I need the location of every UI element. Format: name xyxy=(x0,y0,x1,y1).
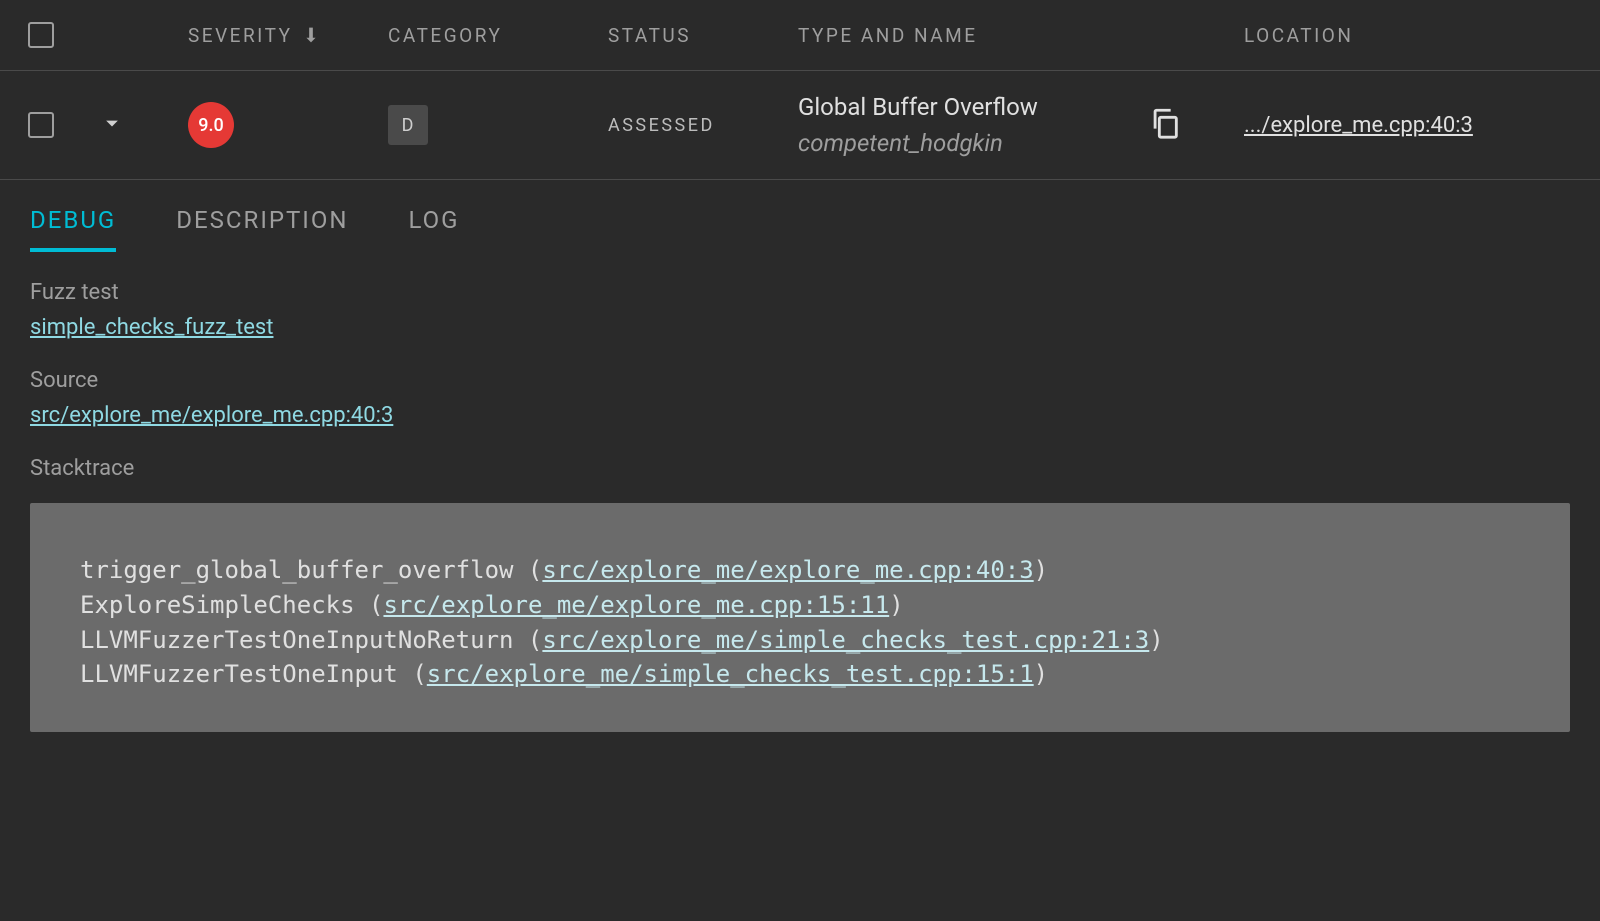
stack-link[interactable]: src/explore_me/explore_me.cpp:15:11 xyxy=(383,591,889,619)
tab-bar: DEBUG DESCRIPTION LOG xyxy=(0,180,1600,252)
tab-debug[interactable]: DEBUG xyxy=(30,206,116,252)
table-header: SEVERITY CATEGORY STATUS TYPE AND NAME L… xyxy=(0,0,1600,71)
stack-fn: trigger_global_buffer_overflow xyxy=(80,556,513,584)
severity-header[interactable]: SEVERITY xyxy=(188,24,378,47)
finding-type: Global Buffer Overflow xyxy=(798,89,1138,125)
row-checkbox[interactable] xyxy=(28,112,54,138)
category-badge: D xyxy=(388,105,428,145)
chevron-down-icon[interactable] xyxy=(98,109,126,137)
stack-fn: LLVMFuzzerTestOneInputNoReturn xyxy=(80,626,513,654)
location-link[interactable]: .../explore_me.cpp:40:3 xyxy=(1244,113,1473,138)
stacktrace-box: trigger_global_buffer_overflow (src/expl… xyxy=(30,503,1570,732)
stack-fn: LLVMFuzzerTestOneInput xyxy=(80,660,398,688)
stack-link[interactable]: src/explore_me/explore_me.cpp:40:3 xyxy=(542,556,1033,584)
source-label: Source xyxy=(30,368,1570,393)
select-all-checkbox[interactable] xyxy=(28,22,54,48)
location-header[interactable]: LOCATION xyxy=(1238,24,1572,47)
stack-fn: ExploreSimpleChecks xyxy=(80,591,355,619)
stack-link[interactable]: src/explore_me/simple_checks_test.cpp:15… xyxy=(427,660,1034,688)
severity-badge: 9.0 xyxy=(188,102,234,148)
source-link[interactable]: src/explore_me/explore_me.cpp:40:3 xyxy=(30,403,393,428)
stack-link[interactable]: src/explore_me/simple_checks_test.cpp:21… xyxy=(542,626,1149,654)
stack-line: LLVMFuzzerTestOneInput (src/explore_me/s… xyxy=(80,657,1520,692)
type-name-header[interactable]: TYPE AND NAME xyxy=(798,24,1138,47)
sort-desc-icon xyxy=(300,24,322,46)
tab-description[interactable]: DESCRIPTION xyxy=(176,206,348,252)
finding-name: competent_hodgkin xyxy=(798,125,1138,161)
fuzz-test-label: Fuzz test xyxy=(30,280,1570,305)
status-text: ASSESSED xyxy=(608,115,715,136)
fuzz-test-link[interactable]: simple_checks_fuzz_test xyxy=(30,315,273,340)
stack-line: trigger_global_buffer_overflow (src/expl… xyxy=(80,553,1520,588)
stacktrace-label: Stacktrace xyxy=(30,456,1570,481)
copy-icon[interactable] xyxy=(1148,106,1182,140)
header-label: SEVERITY xyxy=(188,24,292,47)
stack-line: ExploreSimpleChecks (src/explore_me/expl… xyxy=(80,588,1520,623)
category-header[interactable]: CATEGORY xyxy=(388,24,598,47)
tab-log[interactable]: LOG xyxy=(408,206,459,252)
stack-line: LLVMFuzzerTestOneInputNoReturn (src/expl… xyxy=(80,623,1520,658)
table-row: 9.0 D ASSESSED Global Buffer Overflow co… xyxy=(0,71,1600,180)
status-header[interactable]: STATUS xyxy=(608,24,788,47)
